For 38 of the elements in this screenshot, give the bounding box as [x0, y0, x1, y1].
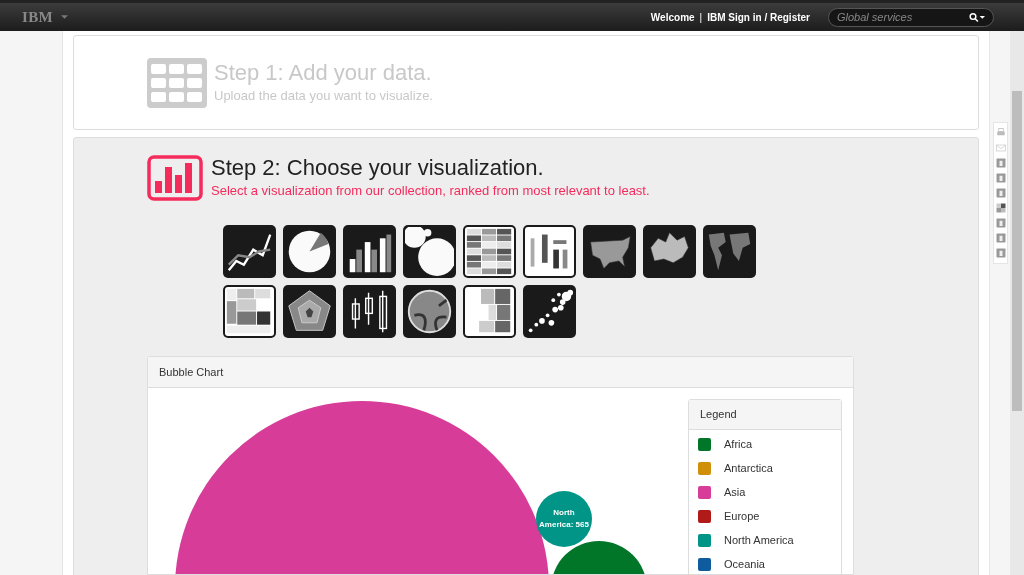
- step-2-subtitle: Select a visualization from our collection, ranked from most relevant to least.: [211, 182, 650, 201]
- step-2-title: Step 2: Choose your visualization.: [211, 155, 545, 182]
- panel-title: Bubble Chart: [159, 364, 224, 380]
- search-icon[interactable]: [969, 12, 985, 22]
- delicious-share-icon[interactable]: [994, 202, 1007, 214]
- scatter-chart-thumbnail[interactable]: [523, 285, 576, 338]
- usmap-chart-thumbnail[interactable]: [583, 225, 636, 278]
- legend-label: North America: [724, 533, 794, 549]
- welcome-text: Welcome: [650, 10, 695, 25]
- scrollbar[interactable]: [1010, 31, 1024, 575]
- legend-title: Legend: [700, 407, 737, 423]
- legend-label: Europe: [724, 509, 760, 525]
- legend-label: Asia: [724, 485, 746, 501]
- legend-label: Antarctica: [724, 461, 773, 477]
- logo[interactable]: IBM: [22, 5, 54, 29]
- bubble-label: America: 565: [539, 519, 589, 531]
- canadamap-chart-thumbnail[interactable]: [643, 225, 696, 278]
- legend-label: Africa: [724, 437, 753, 453]
- legend-label: Oceania: [724, 557, 765, 573]
- blocks-chart-thumbnail[interactable]: [463, 285, 516, 338]
- pie-chart-thumbnail[interactable]: [283, 225, 336, 278]
- search-field[interactable]: Global services: [837, 8, 969, 26]
- worldmap-chart-thumbnail[interactable]: [703, 225, 756, 278]
- caret-icon[interactable]: [61, 15, 69, 19]
- search-bar[interactable]: Global services: [828, 7, 994, 27]
- bar-chart-icon: [147, 155, 203, 201]
- heatmap-chart-thumbnail[interactable]: [463, 225, 516, 278]
- table-icon: [147, 57, 207, 108]
- sign-in-link[interactable]: IBM Sign in / Register: [707, 9, 810, 25]
- bubble-chart-thumbnail[interactable]: [403, 225, 456, 278]
- boxplot-chart-thumbnail[interactable]: [343, 285, 396, 338]
- separator: |: [699, 10, 703, 25]
- bubble-label: North: [553, 507, 575, 519]
- bar-chart-thumbnail[interactable]: [343, 225, 396, 278]
- radar-chart-thumbnail[interactable]: [283, 285, 336, 338]
- line-chart-thumbnail[interactable]: [223, 225, 276, 278]
- chord-chart-thumbnail[interactable]: [403, 285, 456, 338]
- treemap-chart-thumbnail[interactable]: [223, 285, 276, 338]
